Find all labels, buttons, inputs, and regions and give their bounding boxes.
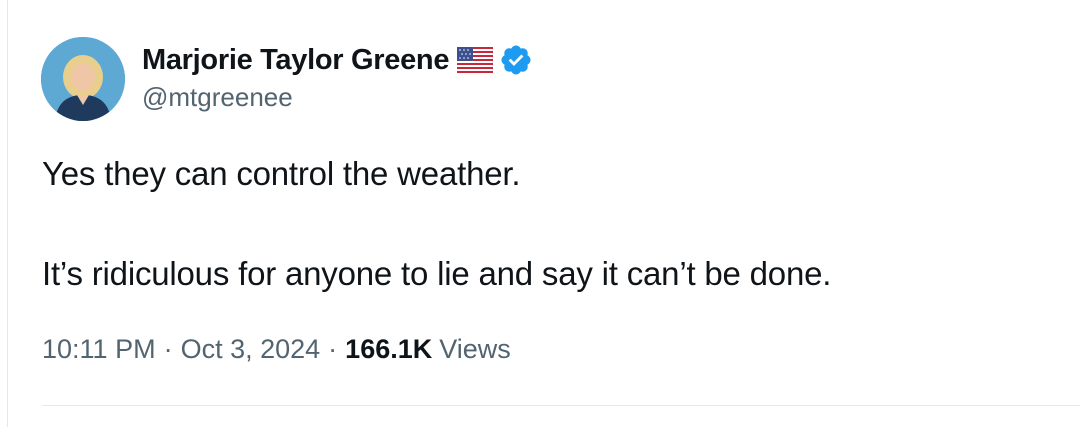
- meta-separator: ·: [163, 334, 173, 364]
- author-display-name[interactable]: Marjorie Taylor Greene: [142, 44, 449, 77]
- divider: [42, 405, 1080, 406]
- tweet-date[interactable]: Oct 3, 2024: [181, 334, 321, 365]
- views-count[interactable]: 166.1K: [345, 334, 432, 365]
- verified-badge-icon[interactable]: [499, 43, 533, 77]
- tweet-meta: 10:11 PM · Oct 3, 2024 · 166.1K Views: [42, 334, 511, 365]
- meta-separator: ·: [328, 334, 338, 364]
- tweet-text-line-2: It’s ridiculous for anyone to lie and sa…: [42, 255, 832, 292]
- tweet-text-line-1: Yes they can control the weather.: [42, 155, 521, 192]
- views-label[interactable]: Views: [439, 334, 511, 365]
- avatar[interactable]: [41, 37, 125, 121]
- author-name-row: Marjorie Taylor Greene: [142, 40, 533, 80]
- us-flag-icon: [456, 46, 494, 74]
- tweet-time[interactable]: 10:11 PM: [42, 334, 156, 365]
- avatar-image: [41, 37, 125, 121]
- author-handle[interactable]: @mtgreenee: [142, 82, 293, 113]
